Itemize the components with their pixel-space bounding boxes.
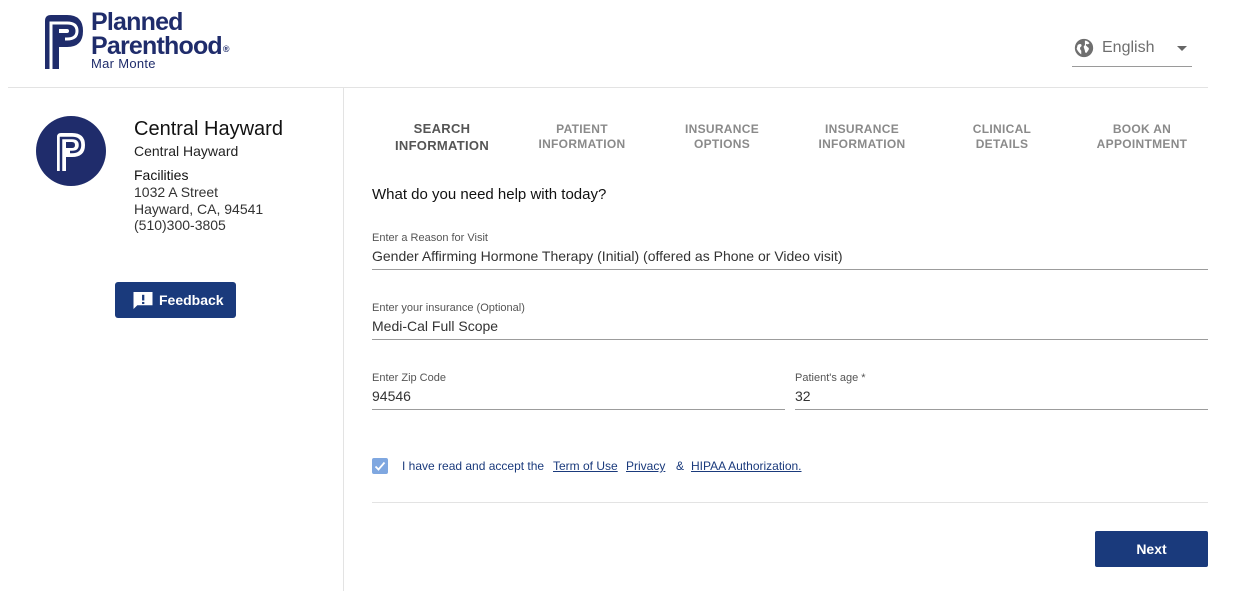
checkmark-icon — [374, 461, 386, 471]
step-book-appointment[interactable]: BOOK AN APPOINTMENT — [1072, 122, 1212, 152]
globe-icon — [1074, 38, 1094, 58]
language-selected: English — [1102, 39, 1155, 56]
terms-of-use-link[interactable]: Term of Use — [553, 459, 618, 473]
step-line1: CLINICAL — [972, 122, 1032, 136]
step-line1: INSURANCE — [824, 122, 900, 136]
step-line2: INFORMATION — [538, 137, 626, 151]
language-select[interactable]: English — [1072, 36, 1192, 67]
planned-parenthood-logo-mark-icon — [45, 15, 83, 69]
insurance-label: Enter your insurance (Optional) — [372, 302, 525, 314]
consent-checkbox[interactable] — [372, 458, 388, 474]
step-line2: APPOINTMENT — [1096, 137, 1188, 151]
feedback-icon — [133, 291, 153, 310]
step-search-information[interactable]: SEARCH INFORMATION — [372, 120, 512, 154]
facilities-label: Facilities — [134, 167, 189, 183]
step-insurance-options[interactable]: INSURANCE OPTIONS — [652, 122, 792, 152]
reason-label: Enter a Reason for Visit — [372, 232, 488, 244]
zip-input[interactable] — [372, 388, 785, 404]
chevron-down-icon — [1177, 46, 1187, 51]
age-input[interactable] — [795, 388, 1208, 404]
step-patient-information[interactable]: PATIENT INFORMATION — [512, 122, 652, 152]
step-line2: INFORMATION — [818, 137, 906, 151]
step-insurance-information[interactable]: INSURANCE INFORMATION — [792, 122, 932, 152]
clinic-subtitle: Central Hayward — [134, 143, 239, 159]
feedback-label: Feedback — [159, 292, 224, 308]
header: Planned Parenthood® Mar Monte English — [8, 0, 1208, 88]
main-content: SEARCH INFORMATION PATIENT INFORMATION I… — [344, 88, 1224, 591]
consent-text: I have read and accept the — [402, 459, 545, 473]
planned-parenthood-logo[interactable]: Planned Parenthood® Mar Monte — [41, 10, 241, 72]
feedback-button[interactable]: Feedback — [115, 282, 236, 318]
next-button[interactable]: Next — [1095, 531, 1208, 567]
step-clinical-details[interactable]: CLINICAL DETAILS — [932, 122, 1072, 152]
clinic-phone: (510)300-3805 — [134, 217, 226, 233]
step-line1: INSURANCE — [684, 122, 760, 136]
step-line2: INFORMATION — [394, 138, 490, 153]
age-field: Patient's age * — [795, 372, 1208, 410]
clinic-name: Central Hayward — [134, 118, 283, 140]
clinic-avatar — [36, 116, 106, 186]
hipaa-authorization-link[interactable]: HIPAA Authorization. — [691, 459, 802, 473]
insurance-input[interactable] — [372, 318, 1208, 334]
form-question: What do you need help with today? — [372, 186, 607, 203]
zip-label: Enter Zip Code — [372, 372, 446, 384]
step-line1: BOOK AN — [1112, 122, 1172, 136]
clinic-sidebar: Central Hayward Central Hayward Faciliti… — [8, 88, 344, 591]
address-line1: 1032 A Street — [134, 184, 219, 200]
age-label: Patient's age * — [795, 372, 866, 384]
reason-field: Enter a Reason for Visit — [372, 232, 1208, 270]
logo-affiliate: Mar Monte — [91, 56, 156, 71]
consent-row: I have read and accept the Term of Use P… — [372, 458, 1208, 476]
address-line2: Hayward, CA, 94541 — [134, 201, 264, 217]
registered-mark: ® — [222, 44, 230, 54]
divider — [372, 502, 1208, 503]
ampersand: & — [676, 459, 685, 473]
step-line1: PATIENT — [556, 122, 608, 136]
planned-parenthood-mark-icon — [57, 133, 85, 171]
step-line1: SEARCH — [413, 121, 471, 136]
step-line2: OPTIONS — [693, 137, 751, 151]
zip-field: Enter Zip Code — [372, 372, 785, 410]
progress-steps: SEARCH INFORMATION PATIENT INFORMATION I… — [372, 120, 1212, 162]
step-line2: DETAILS — [975, 137, 1029, 151]
privacy-link[interactable]: Privacy — [626, 459, 665, 473]
insurance-field: Enter your insurance (Optional) — [372, 302, 1208, 340]
reason-input[interactable] — [372, 248, 1208, 264]
